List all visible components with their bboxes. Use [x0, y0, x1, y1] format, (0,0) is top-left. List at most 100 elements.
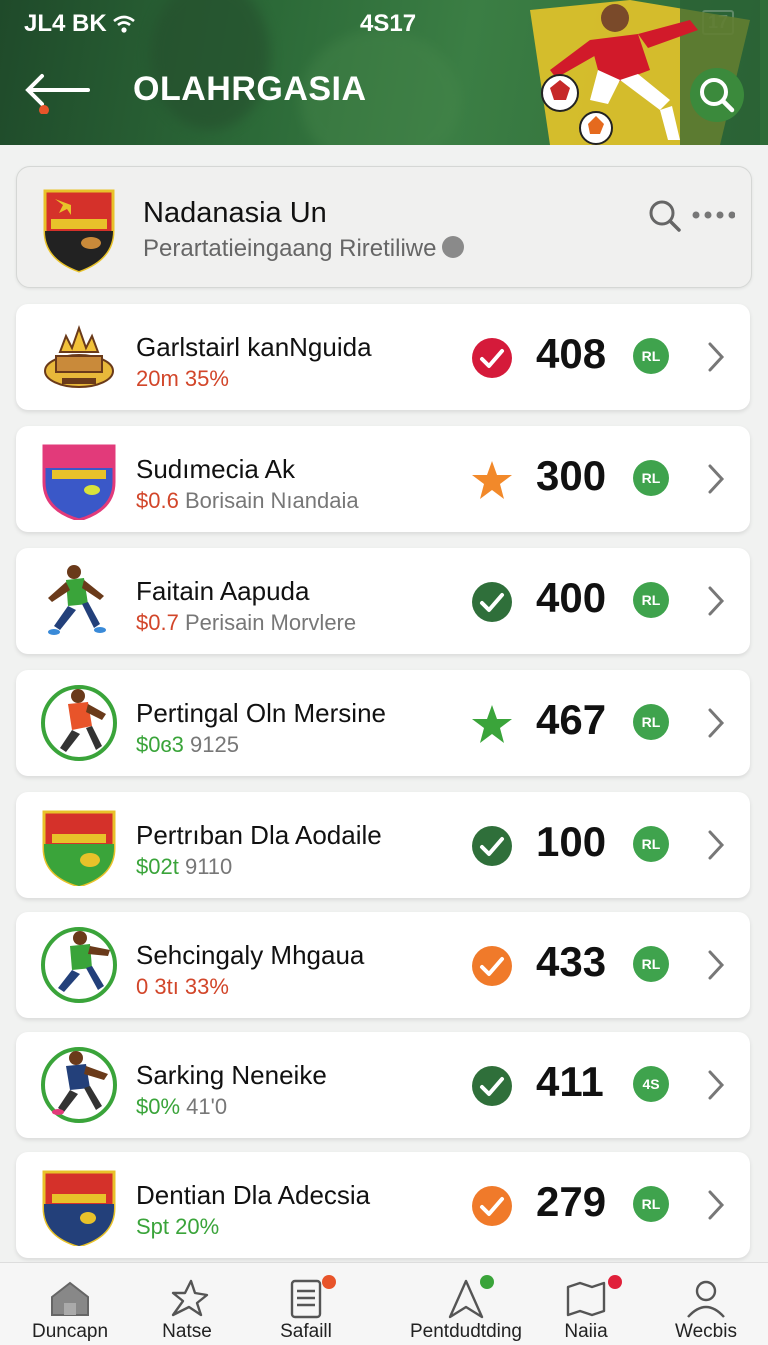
team-row[interactable]: Sehcingaly Mhgaua 0 3tı 33% 433 RL — [16, 912, 750, 1018]
league-subtitle: Perartatieingaang Riretiliwe — [143, 235, 465, 263]
nav-label: Pentdudtding — [410, 1321, 522, 1342]
bottom-navigation: Duncapn Natse Safaill Pentdudtding Naiia — [0, 1262, 768, 1345]
team-stats: 0 3tı 33% — [136, 974, 229, 1000]
check-circle-icon — [472, 1186, 512, 1226]
team-row[interactable]: Pertingal Oln Mersine $0ɞ3 9125 467 RL — [16, 670, 750, 776]
wifi-icon — [113, 15, 135, 33]
team-stats: $0% 41'0 — [136, 1094, 227, 1120]
team-crest-icon — [42, 1170, 116, 1246]
status-time: 4S17 — [360, 10, 417, 37]
league-name: Nadanasia Un — [143, 197, 327, 229]
nav-item-safaill[interactable]: Safaill — [258, 1263, 354, 1345]
page-title: OLAHRGASIA — [133, 70, 367, 108]
nav-item-naiia[interactable]: Naiia — [546, 1263, 626, 1345]
back-button[interactable] — [22, 70, 92, 115]
check-circle-icon — [472, 582, 512, 622]
team-row[interactable]: Dentian Dla Adecsia Spt 20% 279 RL — [16, 1152, 750, 1258]
chevron-right-icon — [708, 342, 725, 372]
check-circle-icon — [472, 826, 512, 866]
team-stats: 20m 35% — [136, 366, 229, 392]
rank-badge: RL — [633, 1186, 669, 1222]
chevron-right-icon — [708, 586, 725, 616]
league-search-icon[interactable] — [647, 197, 683, 237]
check-circle-icon — [472, 338, 512, 378]
team-stat-secondary: 9125 — [190, 732, 239, 757]
carrier-label: JL4 BK — [24, 10, 107, 37]
notification-dot — [480, 1275, 494, 1289]
nav-label: Natse — [162, 1321, 212, 1342]
league-crest-icon — [43, 189, 115, 273]
back-arrow-icon — [25, 74, 90, 115]
notification-dot — [322, 1275, 336, 1289]
document-icon — [290, 1279, 322, 1319]
team-score: 408 — [536, 330, 607, 377]
team-row[interactable]: Sarking Neneike $0% 41'0 411 4S — [16, 1032, 750, 1138]
team-score: 467 — [536, 696, 607, 743]
team-name: Sarking Neneike — [136, 1060, 327, 1090]
team-row[interactable]: Pertrıban Dla Aodaile $02t 9110 100 RL — [16, 792, 750, 898]
nav-label: Safaill — [280, 1321, 332, 1342]
team-name: Dentian Dla Adecsia — [136, 1180, 371, 1210]
team-stat-primary: Spt 20% — [136, 1214, 220, 1239]
star-icon — [472, 461, 512, 499]
team-stat-primary: $02t — [136, 854, 179, 879]
team-stat-secondary: Borisain Nıandaia — [184, 488, 359, 513]
rank-badge: RL — [633, 582, 669, 618]
more-options-icon[interactable] — [691, 209, 735, 221]
nav-item-pentdudtding[interactable]: Pentdudtding — [404, 1263, 528, 1345]
nav-item-duncapn[interactable]: Duncapn — [20, 1263, 120, 1345]
league-subtitle-text: Perartatieingaang Riretiliwe — [143, 235, 437, 262]
chevron-right-icon — [708, 950, 725, 980]
pin-icon — [171, 1279, 209, 1317]
team-stat-secondary: 41'0 — [186, 1094, 228, 1119]
team-score: 400 — [536, 574, 607, 621]
team-crest-icon — [41, 927, 117, 1003]
star-icon — [472, 705, 512, 743]
nav-label: Wecbis — [675, 1321, 737, 1342]
team-name: Garlstairl kanNguida — [136, 332, 372, 362]
team-stats: $0.6 Borisain Nıandaia — [136, 488, 359, 514]
rank-badge: 4S — [633, 1066, 669, 1102]
team-stat-primary: 20m 35% — [136, 366, 229, 391]
team-crest-icon — [42, 810, 116, 886]
league-card[interactable]: Nadanasia Un Perartatieingaang Riretiliw… — [16, 166, 752, 288]
team-score: 279 — [536, 1178, 607, 1225]
rank-badge: RL — [633, 460, 669, 496]
rank-badge: RL — [633, 704, 669, 740]
nav-item-wecbis[interactable]: Wecbis — [664, 1263, 748, 1345]
team-crest-icon — [41, 685, 117, 761]
team-stat-primary: $0ɞ3 — [136, 732, 184, 757]
chevron-right-icon — [708, 708, 725, 738]
nav-label: Naiia — [564, 1321, 608, 1342]
chevron-right-icon — [708, 830, 725, 860]
nav-item-natse[interactable]: Natse — [140, 1263, 234, 1345]
team-stats: Spt 20% — [136, 1214, 219, 1240]
team-crest-icon — [42, 444, 116, 520]
team-score: 433 — [536, 938, 607, 985]
team-row[interactable]: Faitain Aapuda $0.7 Perisain Morvlere 400 R… — [16, 548, 750, 654]
rank-badge: RL — [633, 946, 669, 982]
team-name: Pertingal Oln Mersine — [136, 698, 386, 728]
team-name: Sehcingaly Mhgaua — [136, 940, 365, 970]
search-button[interactable] — [690, 68, 744, 122]
team-stats: $0ɞ3 9125 — [136, 732, 239, 758]
chevron-right-icon — [708, 464, 725, 494]
league-actions — [647, 197, 737, 237]
team-row[interactable]: Garlstairl kanNguida 20m 35% 408 RL — [16, 304, 750, 410]
team-row[interactable]: Sudımecia Ak $0.6 Borisain Nıandaia 300 RL — [16, 426, 750, 532]
home-icon — [51, 1281, 89, 1316]
notification-dot — [608, 1275, 622, 1289]
map-icon — [566, 1281, 606, 1317]
team-crest-icon — [48, 565, 106, 635]
rank-badge: RL — [633, 826, 669, 862]
team-stats: $02t 9110 — [136, 854, 232, 880]
team-name: Pertrıban Dla Aodaile — [136, 820, 382, 850]
profile-icon — [687, 1280, 725, 1318]
team-stat-primary: 0 3tı 33% — [136, 974, 229, 999]
app-header: JL4 BK 4S17 17 OLAHRGASIA — [0, 0, 768, 145]
info-icon — [442, 236, 465, 258]
team-stat-secondary: Perisain Morvlere — [184, 610, 357, 635]
chevron-right-icon — [708, 1070, 725, 1100]
team-stat-secondary: 9110 — [184, 854, 233, 879]
team-stat-primary: $0% — [136, 1094, 181, 1119]
